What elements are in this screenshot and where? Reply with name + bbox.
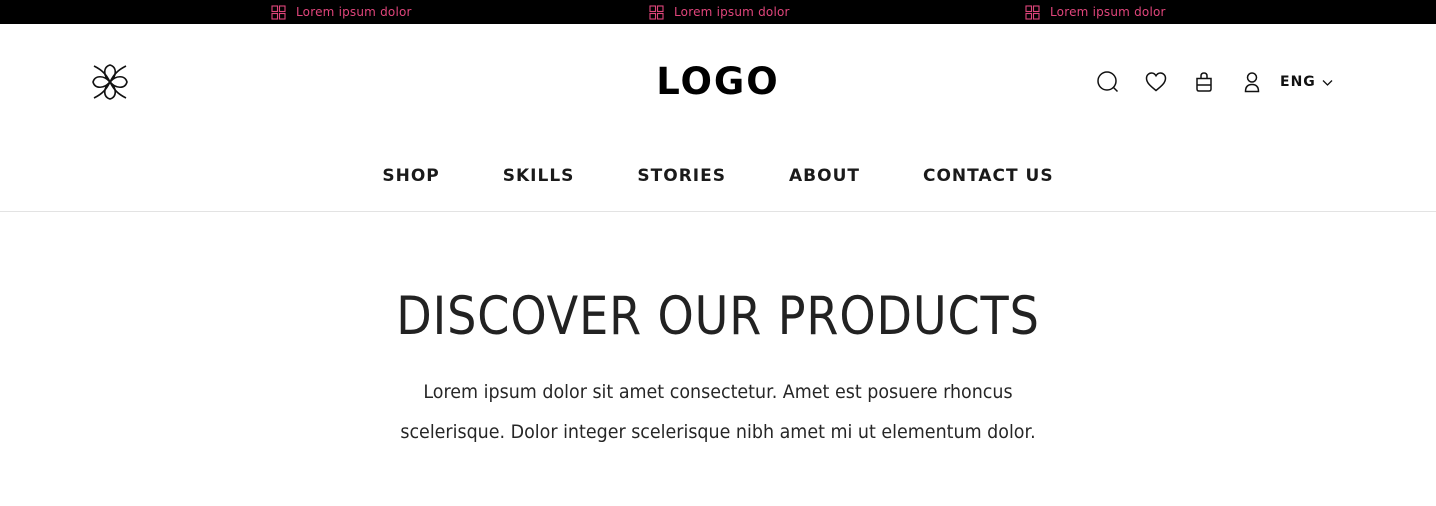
nav-item-about[interactable]: ABOUT <box>789 164 860 188</box>
nav-item-skills[interactable]: SKILLS <box>503 164 575 188</box>
wishlist-button[interactable] <box>1144 70 1168 94</box>
bag-icon <box>1196 72 1212 92</box>
nav-item-stories[interactable]: STORIES <box>637 164 726 188</box>
chevron-down-icon <box>1322 79 1333 86</box>
cart-button[interactable] <box>1192 70 1216 94</box>
nav-item-contact-us[interactable]: CONTACT US <box>923 164 1054 188</box>
grid-icon <box>271 4 286 20</box>
heart-icon <box>1145 72 1167 92</box>
nav-item-shop[interactable]: SHOP <box>382 164 439 188</box>
hero-description: Lorem ipsum dolor sit amet consectetur. … <box>400 381 1036 443</box>
grid-icon <box>1025 4 1040 20</box>
user-icon <box>1244 72 1260 93</box>
announcement-item[interactable]: Lorem ipsum dolor <box>271 0 412 24</box>
main-nav: SHOP SKILLS STORIES ABOUT CONTACT US <box>0 164 1436 188</box>
announcement-item[interactable]: Lorem ipsum dolor <box>649 0 790 24</box>
announcement-text: Lorem ipsum dolor <box>1050 5 1166 19</box>
search-icon <box>1097 71 1119 93</box>
grid-icon <box>649 4 664 20</box>
hero-title: DISCOVER OUR PRODUCTS <box>396 286 1040 347</box>
language-selector[interactable]: ENG <box>1280 74 1334 90</box>
account-button[interactable] <box>1240 70 1264 94</box>
search-button[interactable] <box>1096 70 1120 94</box>
language-label: ENG <box>1280 74 1316 90</box>
announcement-bar: Lorem ipsum dolor Lorem ipsum dolor Lore… <box>0 0 1436 24</box>
site-header: LOGO ENG SHOP SKILLS STORIES ABOUT CONTA… <box>0 24 1436 212</box>
announcement-item[interactable]: Lorem ipsum dolor <box>1025 0 1166 24</box>
announcement-text: Lorem ipsum dolor <box>674 5 790 19</box>
header-actions: ENG <box>1096 69 1334 95</box>
announcement-text: Lorem ipsum dolor <box>296 5 412 19</box>
